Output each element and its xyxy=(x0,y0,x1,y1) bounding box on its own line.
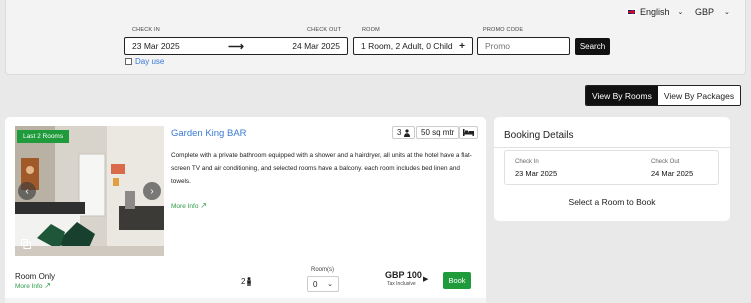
chevron-down-icon: ⌄ xyxy=(327,281,333,288)
rooms-count-select[interactable]: 0 ⌄ xyxy=(307,276,339,292)
tax-note: Tax Inclusive xyxy=(387,281,416,287)
rooms-count-label: Room(s) xyxy=(311,267,335,273)
language-selector[interactable]: English ⌄ xyxy=(627,7,683,17)
check-out-value: 24 Mar 2025 xyxy=(292,41,340,51)
day-use-checkbox[interactable]: Day use xyxy=(125,57,164,66)
room-description: Complete with a private bathroom equippe… xyxy=(171,152,472,185)
uk-flag-icon xyxy=(627,9,636,15)
booking-check-out-value: 24 Mar 2025 xyxy=(651,169,694,178)
more-info-label: More Info xyxy=(171,203,199,210)
external-arrow-icon: ↗ xyxy=(44,281,51,290)
person-icon xyxy=(247,277,252,286)
gallery-icon[interactable] xyxy=(21,239,31,249)
external-arrow-icon: ↗ xyxy=(200,201,207,210)
rate-more-info-link[interactable]: More Info ↗ xyxy=(15,281,51,290)
book-button[interactable]: Book xyxy=(443,272,471,289)
currency-selector[interactable]: GBP ⌄ xyxy=(695,7,730,17)
divider xyxy=(494,147,730,148)
booking-details-panel: Booking Details Check In 23 Mar 2025 Che… xyxy=(494,117,730,221)
booking-check-out-label: Check Out xyxy=(651,159,680,165)
occupancy-feature: 3 xyxy=(392,126,416,139)
bed-feature xyxy=(459,126,478,139)
view-by-rooms-button[interactable]: View By Rooms xyxy=(586,86,658,105)
chevron-down-icon: ⌄ xyxy=(724,9,730,16)
caret-right-icon[interactable]: ▶ xyxy=(423,275,428,283)
room-label: ROOM xyxy=(362,27,380,33)
rate-more-info-label: More Info xyxy=(15,283,43,290)
plus-icon: + xyxy=(459,40,465,52)
bed-icon xyxy=(463,129,474,136)
rate-name: Room Only xyxy=(15,272,56,281)
room-image[interactable]: Last 2 Rooms ‹ › xyxy=(15,126,164,256)
view-toggle: View By Rooms View By Packages xyxy=(585,85,742,106)
chevron-left-icon[interactable]: ‹ xyxy=(18,182,36,200)
booking-details-title: Booking Details xyxy=(504,130,574,141)
guest-count: 2 xyxy=(241,277,252,286)
select-room-prompt: Select a Room to Book xyxy=(568,197,656,207)
next-card-edge xyxy=(5,298,486,303)
currency-label: GBP xyxy=(695,7,715,17)
room-price: GBP 100 xyxy=(385,270,422,280)
check-out-label: CHECK OUT xyxy=(307,27,342,33)
day-use-label: Day use xyxy=(135,57,165,66)
availability-badge: Last 2 Rooms xyxy=(17,130,70,143)
occupancy-value: 3 xyxy=(397,128,402,137)
booking-dates-box: Check In 23 Mar 2025 Check Out 24 Mar 20… xyxy=(504,150,719,185)
chevron-down-icon: ⌄ xyxy=(677,9,684,16)
room-guest-selector[interactable]: 1 Room, 2 Adult, 0 Child + xyxy=(353,37,473,55)
chevron-right-icon[interactable]: › xyxy=(143,182,161,200)
room-card: Last 2 Rooms ‹ › Garden King BAR 3 50 sq… xyxy=(5,117,486,303)
language-label: English xyxy=(640,7,670,17)
check-in-label: CHECK IN xyxy=(132,27,160,33)
checkbox-icon[interactable] xyxy=(125,58,132,65)
room-more-info-link[interactable]: More Info ↗ xyxy=(171,201,207,210)
view-by-packages-button[interactable]: View By Packages xyxy=(657,86,741,105)
promo-code-input[interactable] xyxy=(477,37,570,55)
person-icon xyxy=(404,128,411,137)
guest-count-value: 2 xyxy=(241,277,246,286)
size-feature: 50 sq mtr xyxy=(416,126,460,139)
room-photo xyxy=(15,126,164,256)
room-size-value: 50 sq mtr xyxy=(421,128,455,137)
date-range-field[interactable]: 23 Mar 2025 ⟶ 24 Mar 2025 xyxy=(124,37,348,55)
rooms-count-value: 0 xyxy=(313,279,318,289)
booking-check-in-label: Check In xyxy=(515,159,539,165)
check-in-value: 23 Mar 2025 xyxy=(132,41,180,51)
search-button[interactable]: Search xyxy=(575,38,610,55)
room-title[interactable]: Garden King BAR xyxy=(171,128,247,139)
room-guest-value: 1 Room, 2 Adult, 0 Child xyxy=(361,41,453,51)
booking-check-in-value: 23 Mar 2025 xyxy=(515,169,558,178)
promo-label: PROMO CODE xyxy=(483,27,524,33)
arrow-right-icon: ⟶ xyxy=(228,40,244,53)
